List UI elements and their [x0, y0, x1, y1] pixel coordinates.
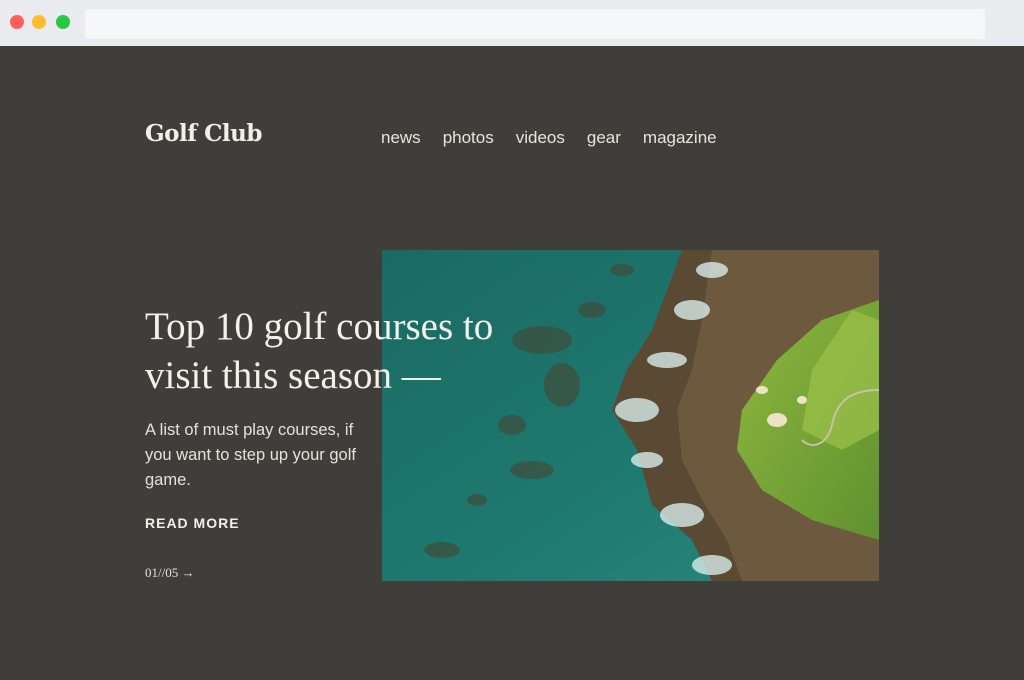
address-bar[interactable] [85, 9, 985, 39]
nav-link-photos[interactable]: photos [443, 128, 494, 148]
site-logo[interactable]: Golf Club [145, 120, 262, 147]
page: Golf Club news photos videos gear magazi… [0, 46, 1024, 680]
hero-description: A list of must play courses, if you want… [145, 421, 356, 489]
slide-pager[interactable]: 01//05 → [145, 565, 194, 581]
main-nav: news photos videos gear magazine [381, 128, 739, 148]
nav-link-gear[interactable]: gear [587, 128, 621, 148]
browser-chrome [0, 0, 1024, 46]
nav-link-videos[interactable]: videos [516, 128, 565, 148]
maximize-window-button[interactable] [56, 15, 70, 29]
hero-image [382, 250, 879, 581]
hero-headline: Top 10 golf courses to visit this season… [145, 305, 494, 397]
read-more-link[interactable]: READ MORE [145, 515, 240, 531]
nav-link-news[interactable]: news [381, 128, 421, 148]
nav-link-magazine[interactable]: magazine [643, 128, 717, 148]
minimize-window-button[interactable] [32, 15, 46, 29]
close-window-button[interactable] [10, 15, 24, 29]
